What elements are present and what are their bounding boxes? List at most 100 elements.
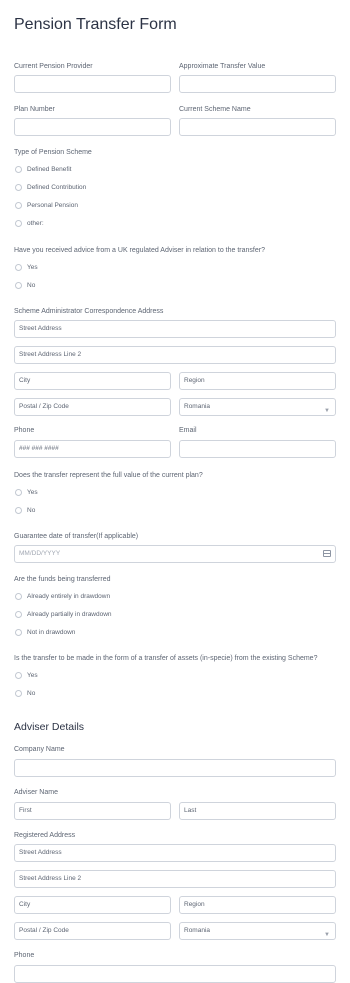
radio-other[interactable]: other: xyxy=(14,214,336,232)
reg-street-input[interactable]: Street Address xyxy=(14,844,336,862)
radio-label: other: xyxy=(27,219,44,227)
radio-circle[interactable] xyxy=(15,165,22,173)
admin-postal-input[interactable]: Postal / Zip Code xyxy=(14,398,171,416)
radio-label: Yes xyxy=(27,488,38,496)
radio-circle[interactable] xyxy=(15,183,22,191)
provider-row: Current Pension Provider Approximate Tra… xyxy=(14,62,336,93)
company-label: Company Name xyxy=(14,746,65,753)
guarantee-date-group: Guarantee date of transfer(If applicable… xyxy=(14,532,336,563)
radio-advice-yes[interactable]: Yes xyxy=(14,258,336,276)
admin-address-group: Scheme Administrator Correspondence Addr… xyxy=(14,307,336,416)
adviser-phone-group: Phone xyxy=(14,951,336,983)
radio-in-specie-yes[interactable]: Yes xyxy=(14,666,336,684)
radio-circle[interactable] xyxy=(15,263,22,271)
radio-label: Yes xyxy=(27,671,38,679)
adviser-phone-label: Phone xyxy=(14,952,35,959)
advice-label: Have you received advice from a UK regul… xyxy=(14,247,265,254)
full-value-group: Does the transfer represent the full val… xyxy=(14,471,336,519)
radio-label: Defined Contribution xyxy=(27,183,87,191)
plan-number-label: Plan Number xyxy=(14,106,55,113)
plan-number-input[interactable] xyxy=(14,118,171,136)
radio-label: Not in drawdown xyxy=(27,628,76,636)
radio-circle[interactable] xyxy=(15,506,22,514)
adviser-name-group: Adviser Name First Last xyxy=(14,788,336,820)
funds-group: Are the funds being transferred Already … xyxy=(14,575,336,641)
radio-full-value-yes[interactable]: Yes xyxy=(14,483,336,501)
radio-label: No xyxy=(27,689,36,697)
full-value-label: Does the transfer represent the full val… xyxy=(14,472,203,479)
radio-defined-benefit[interactable]: Defined Benefit xyxy=(14,160,336,178)
company-input[interactable] xyxy=(14,759,336,777)
reg-street2-input[interactable]: Street Address Line 2 xyxy=(14,870,336,888)
registered-address-group: Registered Address Street Address Street… xyxy=(14,831,336,940)
scheme-type-group: Type of Pension Scheme Defined Benefit D… xyxy=(14,148,336,232)
registered-address-label: Registered Address xyxy=(14,832,76,839)
radio-circle[interactable] xyxy=(15,628,22,636)
admin-city-input[interactable]: City xyxy=(14,372,171,390)
reg-postal-input[interactable]: Postal / Zip Code xyxy=(14,922,171,940)
radio-advice-no[interactable]: No xyxy=(14,276,336,294)
radio-in-specie-no[interactable]: No xyxy=(14,684,336,702)
adviser-section-heading: Adviser Details xyxy=(14,721,85,733)
phone-input[interactable]: ### ### #### xyxy=(14,440,171,458)
chevron-down-icon: ▼ xyxy=(324,932,330,938)
email-label: Email xyxy=(179,427,197,434)
radio-partially-drawdown[interactable]: Already partially in drawdown xyxy=(14,605,336,623)
radio-defined-contribution[interactable]: Defined Contribution xyxy=(14,178,336,196)
provider-label: Current Pension Provider xyxy=(14,63,93,70)
calendar-icon[interactable] xyxy=(323,550,331,557)
radio-label: Yes xyxy=(27,263,38,271)
radio-circle[interactable] xyxy=(15,281,22,289)
radio-label: Defined Benefit xyxy=(27,165,72,173)
radio-circle[interactable] xyxy=(15,201,22,209)
adviser-first-input[interactable]: First xyxy=(14,802,171,820)
admin-address-label: Scheme Administrator Correspondence Addr… xyxy=(14,308,164,315)
in-specie-group: Is the transfer to be made in the form o… xyxy=(14,654,336,702)
provider-input[interactable] xyxy=(14,75,171,93)
radio-circle[interactable] xyxy=(15,219,22,227)
phone-label: Phone xyxy=(14,427,35,434)
plan-row: Plan Number Current Scheme Name xyxy=(14,105,336,136)
radio-circle[interactable] xyxy=(15,689,22,697)
radio-personal-pension[interactable]: Personal Pension xyxy=(14,196,336,214)
radio-circle[interactable] xyxy=(15,592,22,600)
admin-country-select[interactable]: Romania ▼ xyxy=(179,398,336,416)
guarantee-date-label: Guarantee date of transfer(If applicable… xyxy=(14,533,139,540)
radio-label: No xyxy=(27,506,36,514)
funds-label: Are the funds being transferred xyxy=(14,576,111,583)
guarantee-date-input[interactable]: MM/DD/YYYY xyxy=(14,545,336,563)
contact-row: Phone ### ### #### Email xyxy=(14,426,336,458)
company-group: Company Name xyxy=(14,745,336,777)
in-specie-label: Is the transfer to be made in the form o… xyxy=(14,655,318,662)
admin-street2-input[interactable]: Street Address Line 2 xyxy=(14,346,336,364)
admin-region-input[interactable]: Region xyxy=(179,372,336,390)
scheme-name-label: Current Scheme Name xyxy=(179,106,251,113)
form-title: Pension Transfer Form xyxy=(14,16,177,33)
radio-label: No xyxy=(27,281,36,289)
radio-label: Already partially in drawdown xyxy=(27,610,112,618)
date-placeholder: MM/DD/YYYY xyxy=(19,550,61,557)
adviser-name-label: Adviser Name xyxy=(14,789,58,796)
admin-street-input[interactable]: Street Address xyxy=(14,320,336,338)
radio-circle[interactable] xyxy=(15,671,22,679)
radio-circle[interactable] xyxy=(15,610,22,618)
pension-transfer-form: Pension Transfer Form Current Pension Pr… xyxy=(0,15,350,983)
admin-country-value: Romania xyxy=(184,403,211,410)
reg-country-select[interactable]: Romania ▼ xyxy=(179,922,336,940)
scheme-type-label: Type of Pension Scheme xyxy=(14,149,92,156)
reg-country-value: Romania xyxy=(184,927,211,934)
transfer-value-label: Approximate Transfer Value xyxy=(179,63,266,70)
radio-circle[interactable] xyxy=(15,488,22,496)
email-input[interactable] xyxy=(179,440,336,458)
radio-label: Personal Pension xyxy=(27,201,78,209)
scheme-name-input[interactable] xyxy=(179,118,336,136)
radio-full-value-no[interactable]: No xyxy=(14,501,336,519)
reg-city-input[interactable]: City xyxy=(14,896,171,914)
adviser-last-input[interactable]: Last xyxy=(179,802,336,820)
reg-region-input[interactable]: Region xyxy=(179,896,336,914)
advice-group: Have you received advice from a UK regul… xyxy=(14,246,336,294)
transfer-value-input[interactable] xyxy=(179,75,336,93)
radio-entirely-drawdown[interactable]: Already entirely in drawdown xyxy=(14,587,336,605)
radio-not-drawdown[interactable]: Not in drawdown xyxy=(14,623,336,641)
adviser-phone-input[interactable] xyxy=(14,965,336,983)
